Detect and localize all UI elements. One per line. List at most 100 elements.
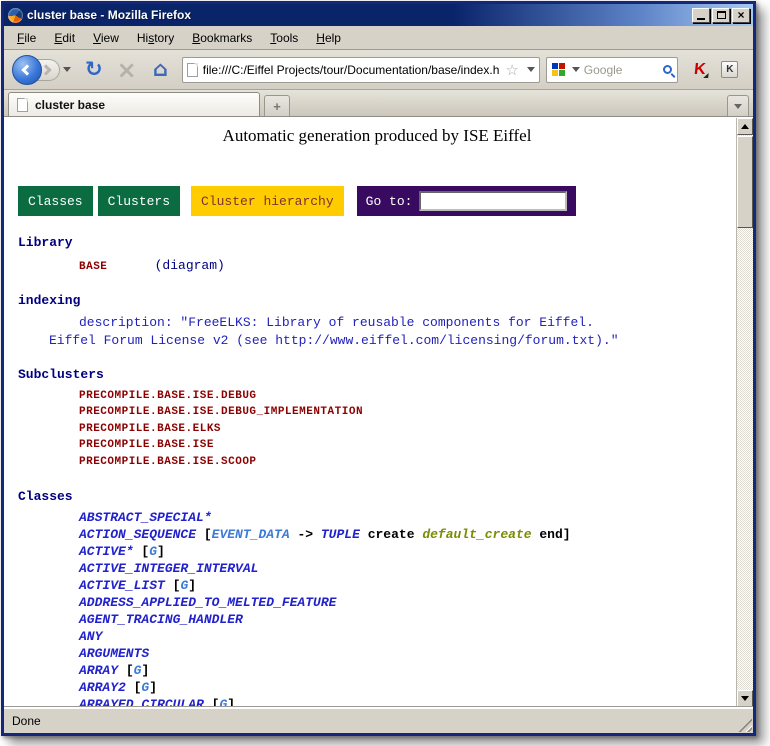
diagram-link[interactable]: (diagram) [155, 258, 225, 273]
indexing-heading: indexing [18, 293, 736, 308]
maximize-button[interactable] [712, 8, 730, 23]
scroll-up-button[interactable] [737, 118, 753, 135]
code-text: [ [165, 578, 181, 593]
list-all-tabs-button[interactable] [727, 95, 749, 116]
cluster-hierarchy-button[interactable]: Cluster hierarchy [191, 186, 344, 216]
class-entry: ANY [79, 628, 736, 645]
class-entry: ARRAY [G] [79, 662, 736, 679]
subclusters-list: PRECOMPILE.BASE.ISE.DEBUGPRECOMPILE.BASE… [18, 388, 736, 470]
class-link[interactable]: ACTIVE_LIST [79, 578, 165, 593]
classes-heading: Classes [18, 489, 736, 504]
class-link[interactable]: ARRAY2 [79, 680, 126, 695]
vertical-scrollbar[interactable] [736, 118, 753, 707]
class-entry: ADDRESS_APPLIED_TO_MELTED_FEATURE [79, 594, 736, 611]
classes-button[interactable]: Classes [18, 186, 93, 216]
history-dropdown-icon[interactable] [63, 67, 71, 72]
class-link[interactable]: AGENT_TRACING_HANDLER [79, 612, 243, 627]
search-input[interactable] [584, 63, 659, 77]
firefox-icon [8, 8, 23, 23]
code-text: ] [141, 663, 149, 678]
url-dropdown-icon[interactable] [527, 67, 535, 72]
back-button[interactable] [12, 55, 42, 85]
status-bar: Done [4, 707, 753, 733]
code-text: end [539, 527, 562, 542]
code-text [360, 527, 368, 542]
window-controls: × [692, 8, 750, 23]
navigation-toolbar: ↻ × ⌂ ☆ K K [4, 50, 753, 90]
tab-cluster-base[interactable]: cluster base [8, 92, 260, 116]
home-button[interactable]: ⌂ [153, 59, 168, 80]
stop-button[interactable]: × [117, 58, 137, 82]
kaspersky-icon[interactable]: K [693, 61, 706, 79]
scrollbar-thumb[interactable] [737, 136, 753, 228]
menu-view[interactable]: View [84, 28, 128, 48]
subcluster-link[interactable]: PRECOMPILE.BASE.ISE.DEBUG_IMPLEMENTATION [79, 404, 736, 420]
class-link[interactable]: ABSTRACT_SPECIAL* [79, 510, 212, 525]
library-row: BASE (diagram) [79, 256, 736, 274]
search-engine-dropdown-icon[interactable] [572, 67, 580, 72]
tab-favicon-icon [17, 98, 28, 112]
titlebar: cluster base - Mozilla Firefox × [4, 4, 753, 26]
class-link[interactable]: ADDRESS_APPLIED_TO_MELTED_FEATURE [79, 595, 336, 610]
minimize-button[interactable] [692, 8, 710, 23]
subcluster-link[interactable]: PRECOMPILE.BASE.ISE [79, 437, 736, 453]
menu-history[interactable]: History [128, 28, 183, 48]
firefox-window: cluster base - Mozilla Firefox × File Ed… [1, 1, 756, 736]
subcluster-link[interactable]: PRECOMPILE.BASE.ELKS [79, 421, 736, 437]
url-input[interactable] [203, 63, 501, 77]
library-name-link[interactable]: BASE [79, 261, 145, 273]
menu-help[interactable]: Help [307, 28, 350, 48]
class-entry: ARGUMENTS [79, 645, 736, 662]
code-text: ] [188, 578, 196, 593]
goto-input[interactable] [419, 191, 567, 211]
address-bar: ☆ [182, 57, 540, 83]
menu-bookmarks[interactable]: Bookmarks [183, 28, 261, 48]
code-text: [ [134, 544, 150, 559]
class-link[interactable]: ANY [79, 629, 102, 644]
scroll-down-icon [741, 696, 749, 701]
search-icon[interactable] [663, 65, 672, 74]
menubar: File Edit View History Bookmarks Tools H… [4, 26, 753, 50]
resize-grip[interactable] [738, 718, 752, 732]
class-entry: ABSTRACT_SPECIAL* [79, 509, 736, 526]
class-link[interactable]: ACTIVE_INTEGER_INTERVAL [79, 561, 258, 576]
status-text: Done [12, 714, 41, 728]
new-tab-button[interactable]: + [264, 95, 290, 116]
subcluster-link[interactable]: PRECOMPILE.BASE.ISE.DEBUG [79, 388, 736, 404]
class-link[interactable]: TUPLE [321, 527, 360, 542]
library-heading: Library [18, 235, 736, 250]
menu-edit[interactable]: Edit [45, 28, 84, 48]
doc-nav-buttons: Classes Clusters Cluster hierarchy Go to… [18, 186, 736, 216]
goto-box: Go to: [357, 186, 577, 216]
close-icon: × [737, 9, 744, 21]
generic-param-link[interactable]: G [149, 544, 157, 559]
bookmark-star-icon[interactable]: ☆ [505, 61, 518, 79]
clusters-button[interactable]: Clusters [98, 186, 180, 216]
close-button[interactable]: × [732, 8, 750, 23]
generic-param-link[interactable]: EVENT_DATA [212, 527, 290, 542]
forward-arrow-icon [40, 64, 51, 75]
subcluster-link[interactable]: PRECOMPILE.BASE.ISE.SCOOP [79, 454, 736, 470]
class-link[interactable]: ACTIVE* [79, 544, 134, 559]
code-text: ] [563, 527, 571, 542]
class-entry: ACTION_SEQUENCE [EVENT_DATA -> TUPLE cre… [79, 526, 736, 543]
menu-file[interactable]: File [8, 28, 45, 48]
list-tabs-icon [734, 104, 742, 109]
menu-tools[interactable]: Tools [261, 28, 307, 48]
tab-bar: cluster base + [4, 90, 753, 117]
code-text: ] [157, 544, 165, 559]
code-text: -> [290, 527, 321, 542]
scroll-down-button[interactable] [737, 690, 753, 707]
feature-link[interactable]: default_create [422, 527, 531, 542]
class-link[interactable]: ARGUMENTS [79, 646, 149, 661]
class-link[interactable]: ACTION_SEQUENCE [79, 527, 196, 542]
minimize-icon [697, 18, 705, 20]
class-entry: ACTIVE_LIST [G] [79, 577, 736, 594]
code-text: create [368, 527, 415, 542]
k-addon-button[interactable]: K [721, 61, 738, 78]
reload-button[interactable]: ↻ [85, 59, 103, 80]
class-link[interactable]: ARRAY [79, 663, 118, 678]
class-entry: ACTIVE* [G] [79, 543, 736, 560]
page-banner: Automatic generation produced by ISE Eif… [18, 126, 736, 146]
indexing-description-line2: Eiffel Forum License v2 (see http://www.… [49, 333, 736, 348]
